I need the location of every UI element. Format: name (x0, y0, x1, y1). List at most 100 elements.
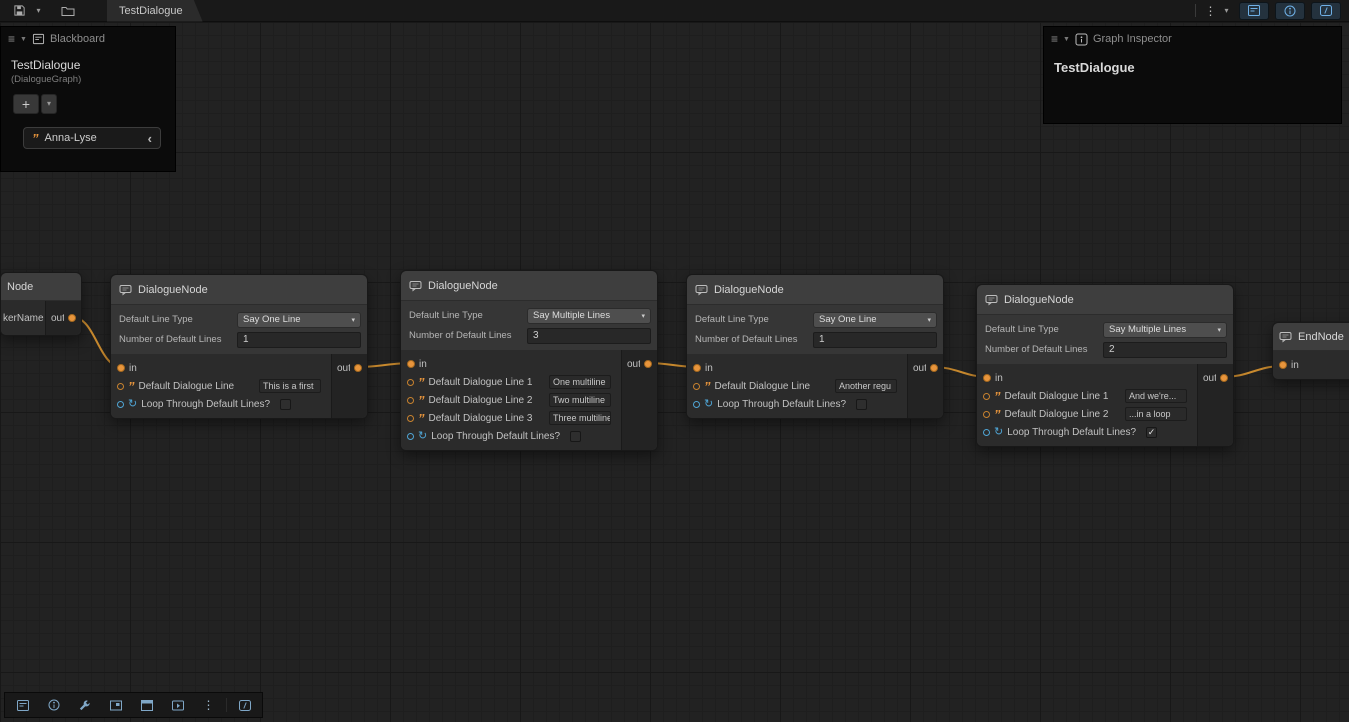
loop-port[interactable] (693, 401, 700, 408)
line-label: Default Dialogue Line 2 (429, 395, 533, 406)
add-field-dropdown[interactable]: ▾ (41, 94, 57, 114)
foldout-arrow-icon[interactable]: ▼ (20, 36, 27, 43)
line-port[interactable] (983, 393, 990, 400)
node-title-bar[interactable]: DialogueNode (977, 285, 1233, 315)
blackboard-field[interactable]: ” Anna-Lyse ‹ (23, 127, 161, 149)
in-port[interactable] (693, 364, 701, 372)
add-field-button[interactable]: + (13, 94, 39, 114)
loop-checkbox[interactable] (856, 399, 867, 410)
dialogue-node-2[interactable]: DialogueNode Default Line Type Say Multi… (400, 270, 658, 451)
dialogue-node-4[interactable]: DialogueNode Default Line Type Say Multi… (976, 284, 1234, 447)
dialogue-line-field[interactable]: And we're... (1125, 389, 1187, 403)
line-port[interactable] (117, 383, 124, 390)
dialogue-node-1[interactable]: DialogueNode Default Line Type Say One L… (110, 274, 368, 419)
line-port[interactable] (693, 383, 700, 390)
out-port[interactable] (68, 314, 76, 322)
out-port[interactable] (930, 364, 938, 372)
num-lines-field[interactable]: 3 (527, 328, 651, 344)
preview-button[interactable] (162, 694, 193, 716)
out-port[interactable] (1220, 374, 1228, 382)
chevron-left-icon[interactable]: ‹ (148, 132, 152, 145)
dialogue-line-field[interactable]: Three multiline (549, 411, 611, 425)
debugger-toggle-button[interactable] (1311, 2, 1341, 20)
blackboard-toggle-button[interactable] (7, 694, 38, 716)
graph-canvas[interactable]: Node kerName out DialogueNode Default Li… (0, 22, 1349, 722)
loop-checkbox[interactable] (570, 431, 581, 442)
end-node[interactable]: EndNode in (1272, 322, 1349, 380)
output-ports: out (907, 354, 943, 418)
save-button[interactable] (8, 2, 30, 20)
chevron-down-icon: ▾ (641, 312, 645, 320)
more-menu-dropdown[interactable]: ▾ (1220, 2, 1233, 20)
chevron-down-icon: ▾ (1217, 326, 1221, 334)
panel-toggle-button[interactable] (131, 694, 162, 716)
loop-port[interactable] (407, 433, 414, 440)
menu-icon[interactable]: ≡ (1051, 32, 1058, 46)
in-port[interactable] (407, 360, 415, 368)
minimap-toggle-button[interactable] (100, 694, 131, 716)
debugger-button[interactable] (229, 694, 260, 716)
node-title-bar[interactable]: DialogueNode (111, 275, 367, 305)
in-port-label: in (419, 359, 427, 370)
tab-testdialogue[interactable]: TestDialogue (107, 0, 203, 22)
foldout-arrow-icon[interactable]: ▼ (1063, 36, 1070, 43)
line-type-dropdown[interactable]: Say Multiple Lines ▾ (527, 308, 651, 324)
dialogue-line-field[interactable]: ...in a loop (1125, 407, 1187, 421)
out-port-label: out (51, 313, 64, 324)
dialogue-line-field[interactable]: Two multiline (549, 393, 611, 407)
speaker-node[interactable]: Node kerName out (0, 272, 82, 336)
out-port[interactable] (354, 364, 362, 372)
line-port[interactable] (407, 379, 414, 386)
graph-inspector-panel[interactable]: ≡ ▼ Graph Inspector TestDialogue (1043, 26, 1342, 124)
out-port-label: out (913, 363, 926, 374)
in-port[interactable] (117, 364, 125, 372)
graph-inspector-header[interactable]: ≡ ▼ Graph Inspector (1044, 27, 1341, 51)
num-lines-field[interactable]: 1 (813, 332, 937, 348)
quote-icon: ” (418, 378, 425, 387)
settings-button[interactable] (69, 694, 100, 716)
loop-port[interactable] (117, 401, 124, 408)
in-port[interactable] (1279, 361, 1287, 369)
num-lines-field[interactable]: 1 (237, 332, 361, 348)
num-lines-field[interactable]: 2 (1103, 342, 1227, 358)
line-type-dropdown[interactable]: Say One Line ▾ (237, 312, 361, 328)
inspector-toggle-button[interactable] (1275, 2, 1305, 20)
in-port-label: in (129, 363, 137, 374)
node-title-bar[interactable]: DialogueNode (687, 275, 943, 305)
loop-port[interactable] (983, 429, 990, 436)
line-port[interactable] (983, 411, 990, 418)
loop-label: Loop Through Default Lines? (431, 431, 560, 442)
node-title-bar[interactable]: Node (1, 273, 81, 301)
inspector-toggle-button[interactable] (38, 694, 69, 716)
loop-checkbox[interactable] (280, 399, 291, 410)
prop-label: Number of Default Lines (695, 334, 813, 345)
line-port[interactable] (407, 397, 414, 404)
line-port[interactable] (407, 415, 414, 422)
blackboard-panel[interactable]: ≡ ▼ Blackboard TestDialogue (DialogueGra… (0, 26, 176, 172)
out-port[interactable] (644, 360, 652, 368)
chevron-down-icon: ▾ (927, 316, 931, 324)
quote-icon: ” (418, 414, 425, 423)
save-dropdown-button[interactable]: ▾ (32, 2, 45, 20)
more-menu-button[interactable]: ⋮ (1204, 2, 1217, 20)
open-asset-button[interactable] (57, 2, 79, 20)
more-menu-button[interactable]: ⋮ (193, 694, 224, 716)
dialogue-line-field[interactable]: One multiline (549, 375, 611, 389)
blackboard-header[interactable]: ≡ ▼ Blackboard (1, 27, 175, 51)
node-title-bar[interactable]: DialogueNode (401, 271, 657, 301)
graph-name: TestDialogue (1, 51, 175, 72)
quote-icon: ” (994, 392, 1001, 401)
blackboard-toggle-button[interactable] (1239, 2, 1269, 20)
node-title-bar[interactable]: EndNode (1273, 323, 1349, 351)
dialogue-line-field[interactable]: This is a first (259, 379, 321, 393)
loop-checkbox[interactable]: ✓ (1146, 427, 1157, 438)
line-type-dropdown[interactable]: Say One Line ▾ (813, 312, 937, 328)
line-type-dropdown[interactable]: Say Multiple Lines ▾ (1103, 322, 1227, 338)
folder-icon (61, 5, 75, 17)
checkmark: ✓ (1148, 428, 1156, 437)
dialogue-line-field[interactable]: Another regu (835, 379, 897, 393)
menu-icon[interactable]: ≡ (8, 32, 15, 46)
dialogue-node-3[interactable]: DialogueNode Default Line Type Say One L… (686, 274, 944, 419)
panel-title: Graph Inspector (1093, 33, 1172, 45)
in-port[interactable] (983, 374, 991, 382)
